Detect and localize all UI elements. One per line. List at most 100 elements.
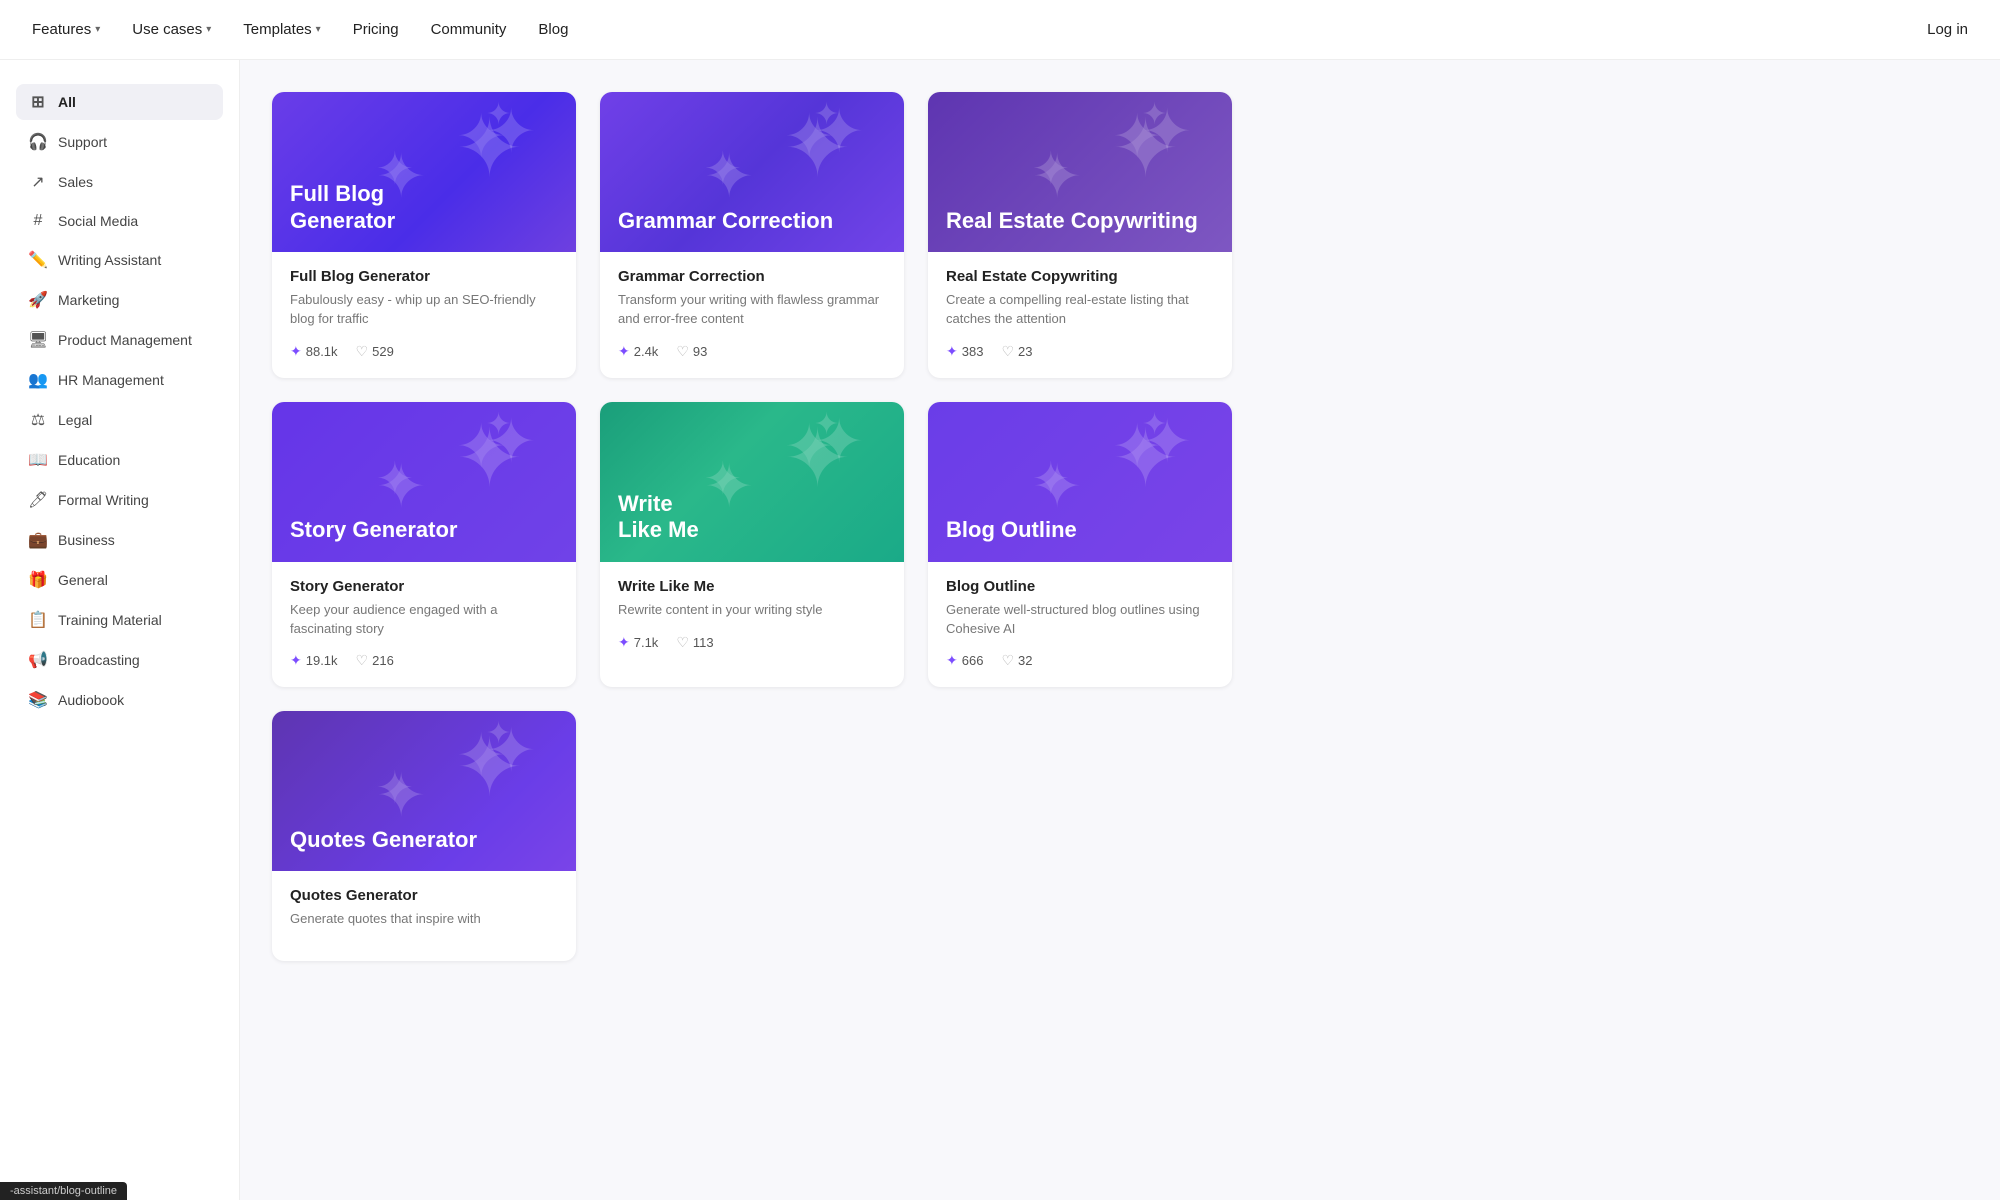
card-desc-blog-outline: Generate well-structured blog outlines u… bbox=[946, 601, 1214, 639]
sidebar-item-label-sales: Sales bbox=[58, 174, 93, 190]
card-title-blog-outline: Blog Outline bbox=[946, 578, 1214, 595]
nav-community[interactable]: Community bbox=[431, 21, 507, 38]
bolt-icon: ✦ bbox=[618, 634, 630, 651]
nav-features-label: Features bbox=[32, 21, 91, 38]
chevron-down-icon: ▾ bbox=[95, 24, 100, 35]
login-button[interactable]: Log in bbox=[1927, 21, 1968, 38]
sidebar-item-audiobook[interactable]: 📚Audiobook bbox=[16, 682, 223, 718]
sidebar-item-marketing[interactable]: 🚀 Marketing bbox=[16, 282, 223, 318]
sidebar-item-label-training-material: Training Material bbox=[58, 612, 162, 628]
education-icon: 📖 bbox=[28, 450, 48, 470]
heart-icon: ♡ bbox=[676, 634, 689, 651]
card-body-write-like-me: Write Like MeRewrite content in your wri… bbox=[600, 562, 904, 669]
nav-templates-label: Templates bbox=[243, 21, 311, 38]
card-full-blog-generator[interactable]: Full Blog GeneratorFull Blog GeneratorFa… bbox=[272, 92, 576, 378]
sidebar-item-all[interactable]: ⊞ All bbox=[16, 84, 223, 120]
card-banner-story-generator: Story Generator bbox=[272, 402, 576, 562]
nav-templates[interactable]: Templates ▾ bbox=[243, 21, 320, 38]
page-layout: ⊞ All 🎧Support ↗ Sales #Social Media ✏️Writing… bbox=[0, 60, 2000, 1200]
general-icon: 🎁 bbox=[28, 570, 48, 590]
nav-features[interactable]: Features ▾ bbox=[32, 21, 100, 38]
card-banner-title-blog-outline: Blog Outline bbox=[946, 517, 1077, 543]
card-write-like-me[interactable]: Write Like MeWrite Like MeRewrite conten… bbox=[600, 402, 904, 688]
nav-pricing[interactable]: Pricing bbox=[353, 21, 399, 38]
uses-count: 666 bbox=[962, 653, 984, 668]
sidebar-item-label-marketing: Marketing bbox=[58, 292, 119, 308]
training-material-icon: 📋 bbox=[28, 610, 48, 630]
banner-star-icon bbox=[486, 716, 566, 796]
sidebar-item-business[interactable]: 💼Business bbox=[16, 522, 223, 558]
card-banner-title-write-like-me: Write Like Me bbox=[618, 491, 699, 544]
sidebar-item-label-general: General bbox=[58, 572, 108, 588]
sidebar-item-label-writing-assistant: Writing Assistant bbox=[58, 252, 161, 268]
sidebar-item-hr-management[interactable]: 👥HR Management bbox=[16, 362, 223, 398]
card-likes-grammar-correction: ♡ 93 bbox=[676, 343, 707, 360]
banner-star-icon bbox=[704, 452, 784, 532]
marketing-icon: 🚀 bbox=[28, 290, 48, 310]
card-blog-outline[interactable]: Blog Outline Blog Outline Generate well-st… bbox=[928, 402, 1232, 688]
card-grammar-correction[interactable]: Grammar CorrectionGrammar CorrectionTran… bbox=[600, 92, 904, 378]
sidebar-item-broadcasting[interactable]: 📢Broadcasting bbox=[16, 642, 223, 678]
card-banner-quotes-generator: Quotes Generator bbox=[272, 711, 576, 871]
card-stats-grammar-correction: ✦ 2.4k ♡ 93 bbox=[618, 343, 886, 360]
card-banner-grammar-correction: Grammar Correction bbox=[600, 92, 904, 252]
card-body-real-estate-copywriting: Real Estate CopywritingCreate a compelli… bbox=[928, 252, 1232, 378]
sidebar-item-writing-assistant[interactable]: ✏️Writing Assistant bbox=[16, 242, 223, 278]
card-uses-grammar-correction: ✦ 2.4k bbox=[618, 343, 658, 360]
likes-count: 529 bbox=[372, 344, 394, 359]
sidebar-item-general[interactable]: 🎁 General bbox=[16, 562, 223, 598]
sidebar-item-product-management[interactable]: 🖥Product Management bbox=[16, 322, 223, 358]
likes-count: 216 bbox=[372, 653, 394, 668]
sidebar: ⊞ All 🎧Support ↗ Sales #Social Media ✏️Writing… bbox=[0, 60, 240, 1200]
bolt-icon: ✦ bbox=[290, 343, 302, 360]
sidebar-item-legal[interactable]: ⚖Legal bbox=[16, 402, 223, 438]
sidebar-item-label-education: Education bbox=[58, 452, 120, 468]
sidebar-item-support[interactable]: 🎧Support bbox=[16, 124, 223, 160]
card-story-generator[interactable]: Story GeneratorStory GeneratorKeep your … bbox=[272, 402, 576, 688]
card-title-write-like-me: Write Like Me bbox=[618, 578, 886, 595]
social-media-icon: # bbox=[28, 212, 48, 230]
nav-blog[interactable]: Blog bbox=[538, 21, 568, 38]
navbar: Features ▾ Use cases ▾ Templates ▾ Prici… bbox=[0, 0, 2000, 60]
banner-star-icon bbox=[814, 407, 894, 487]
likes-count: 93 bbox=[693, 344, 707, 359]
sidebar-item-sales[interactable]: ↗ Sales bbox=[16, 164, 223, 200]
hr-management-icon: 👥 bbox=[28, 370, 48, 390]
all-icon: ⊞ bbox=[28, 92, 48, 112]
card-uses-blog-outline: ✦666 bbox=[946, 652, 983, 669]
sidebar-item-label-legal: Legal bbox=[58, 412, 92, 428]
broadcasting-icon: 📢 bbox=[28, 650, 48, 670]
card-body-blog-outline: Blog Outline Generate well-structured blo… bbox=[928, 562, 1232, 688]
heart-icon: ♡ bbox=[676, 343, 689, 360]
sales-icon: ↗ bbox=[28, 172, 48, 192]
uses-count: 2.4k bbox=[634, 344, 659, 359]
card-quotes-generator[interactable]: Quotes Generator Quotes GeneratorGenerate… bbox=[272, 711, 576, 961]
card-body-full-blog-generator: Full Blog GeneratorFabulously easy - whi… bbox=[272, 252, 576, 378]
banner-star-icon bbox=[1142, 407, 1222, 487]
banner-star-icon bbox=[486, 97, 566, 177]
sidebar-item-formal-writing[interactable]: 🖊Formal Writing bbox=[16, 482, 223, 518]
card-stats-full-blog-generator: ✦88.1k♡529 bbox=[290, 343, 558, 360]
nav-use-cases[interactable]: Use cases ▾ bbox=[132, 21, 211, 38]
card-real-estate-copywriting[interactable]: Real Estate CopywritingReal Estate Copyw… bbox=[928, 92, 1232, 378]
sidebar-item-label-audiobook: Audiobook bbox=[58, 692, 124, 708]
card-banner-title-quotes-generator: Quotes Generator bbox=[290, 827, 477, 853]
main-content: Full Blog GeneratorFull Blog GeneratorFa… bbox=[240, 60, 2000, 1200]
product-management-icon: 🖥 bbox=[28, 330, 48, 350]
card-banner-title-story-generator: Story Generator bbox=[290, 517, 458, 543]
card-banner-blog-outline: Blog Outline bbox=[928, 402, 1232, 562]
status-bar: -assistant/blog-outline bbox=[0, 1182, 127, 1200]
uses-count: 7.1k bbox=[634, 635, 659, 650]
bolt-icon: ✦ bbox=[618, 343, 630, 360]
card-uses-full-blog-generator: ✦88.1k bbox=[290, 343, 338, 360]
status-bar-text: -assistant/blog-outline bbox=[10, 1185, 117, 1197]
card-stats-real-estate-copywriting: ✦383♡23 bbox=[946, 343, 1214, 360]
sidebar-item-education[interactable]: 📖 Education bbox=[16, 442, 223, 478]
card-body-quotes-generator: Quotes GeneratorGenerate quotes that ins… bbox=[272, 871, 576, 961]
card-likes-blog-outline: ♡32 bbox=[1001, 652, 1032, 669]
nav-community-label: Community bbox=[431, 21, 507, 38]
sidebar-item-social-media[interactable]: #Social Media bbox=[16, 204, 223, 238]
sidebar-item-training-material[interactable]: 📋 Training Material bbox=[16, 602, 223, 638]
sidebar-item-label-all: All bbox=[58, 94, 76, 110]
nav-blog-label: Blog bbox=[538, 21, 568, 38]
